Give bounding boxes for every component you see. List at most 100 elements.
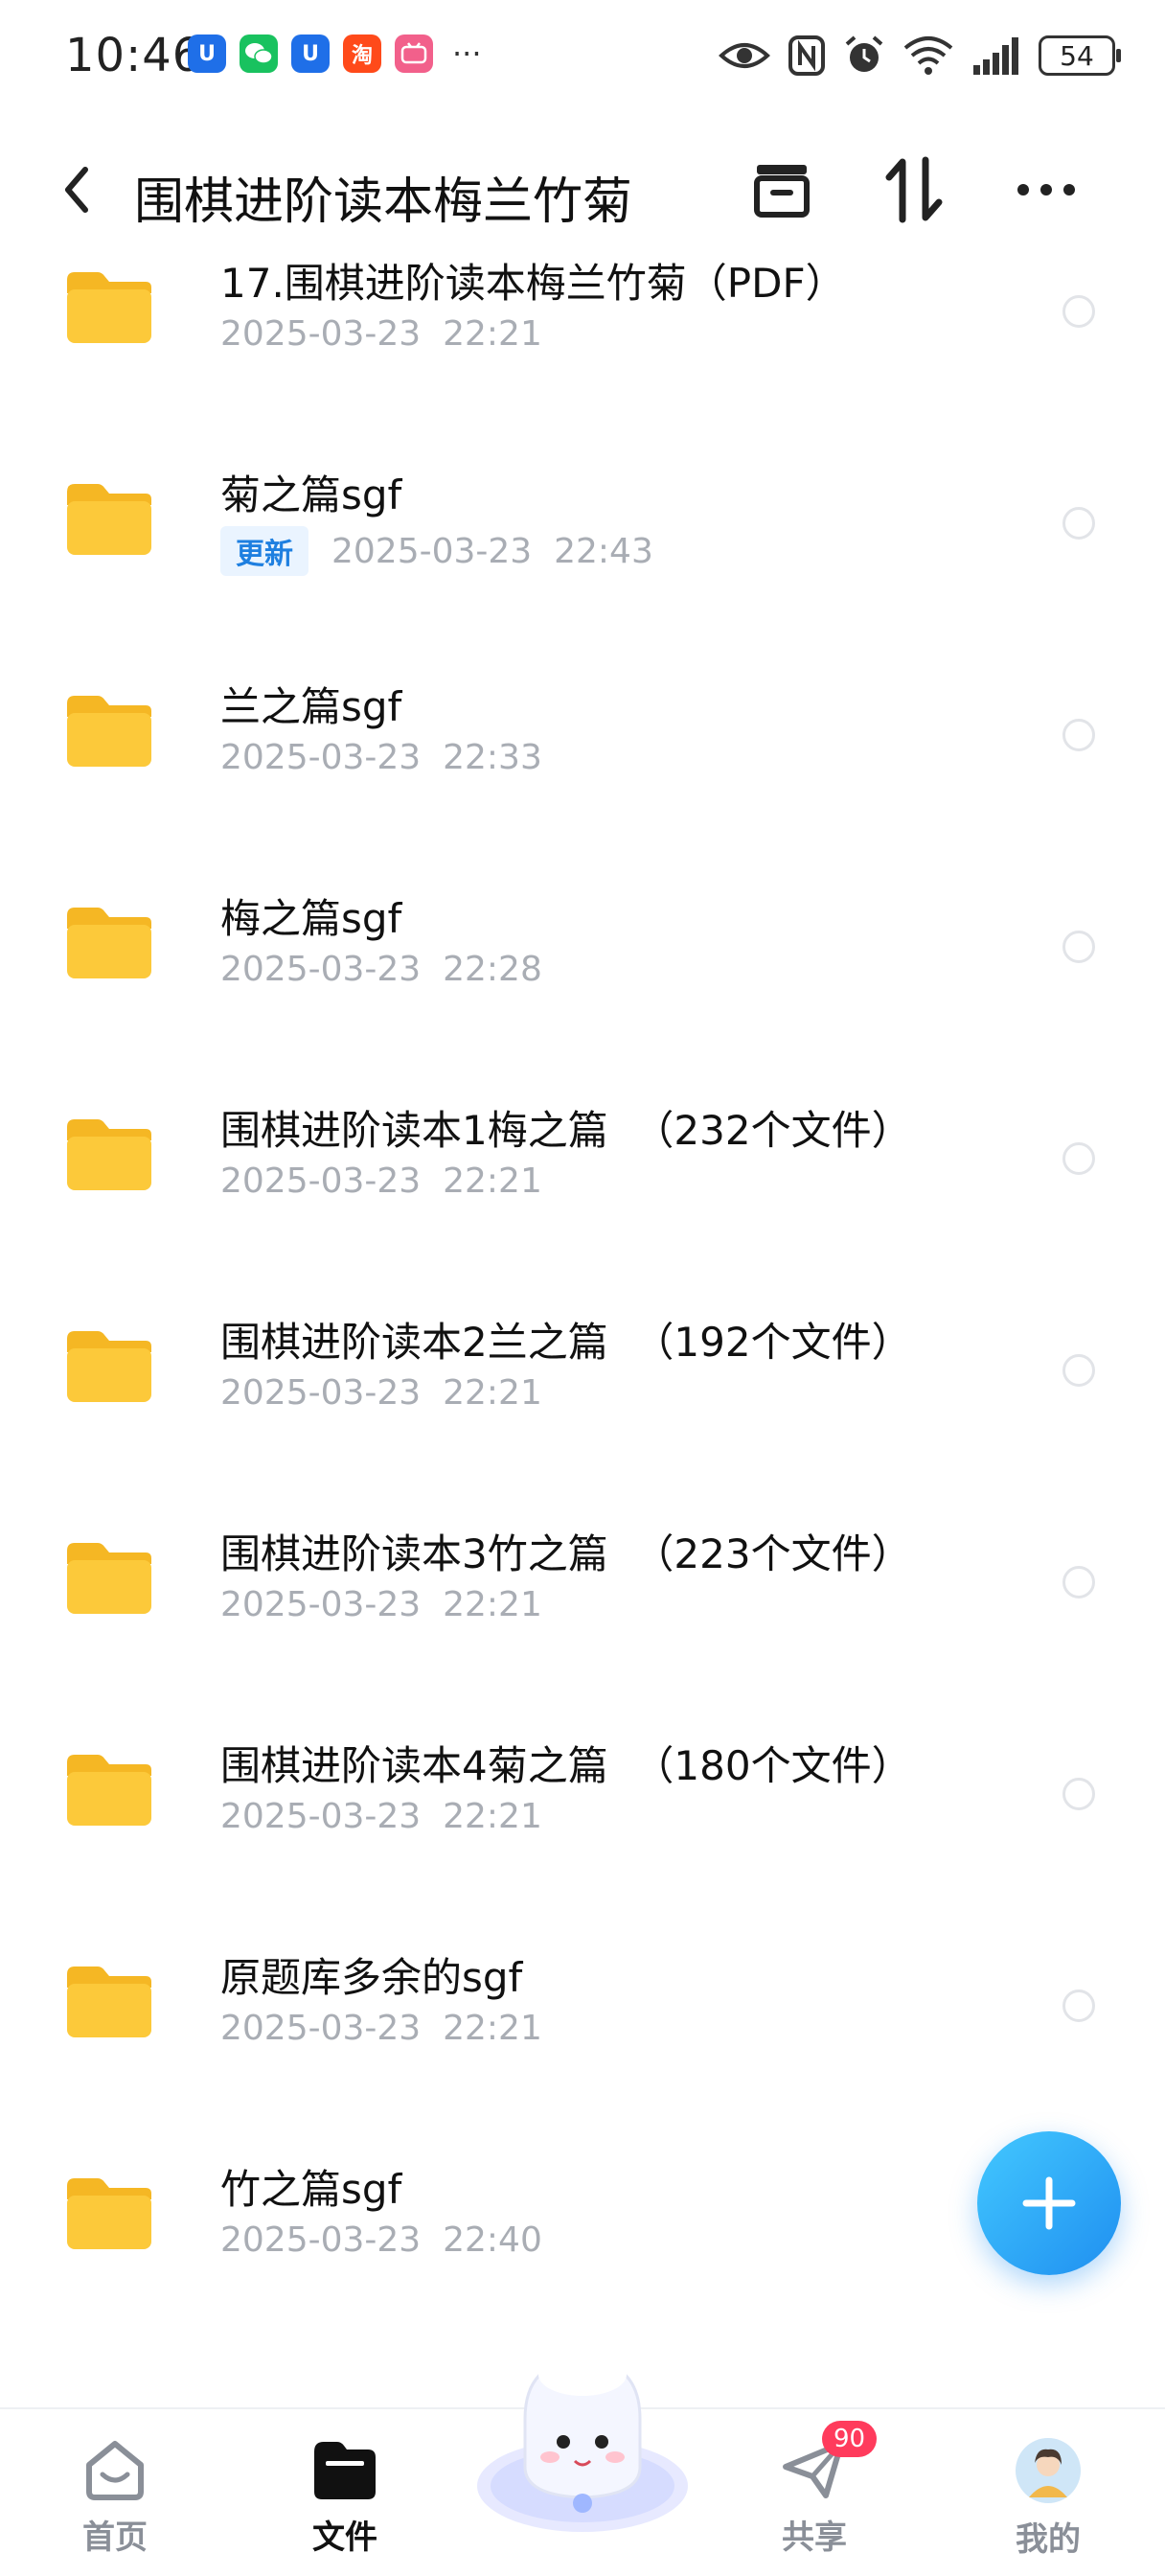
header-bar: 围棋进阶读本梅兰竹菊 xyxy=(0,134,1165,245)
file-date: 2025-03-23 22:21 xyxy=(220,1797,542,1836)
file-name: 围棋进阶读本2兰之篇 （192个文件） xyxy=(220,1319,912,1366)
file-meta: 2025-03-23 22:21 xyxy=(220,2009,542,2048)
folder-row[interactable]: 梅之篇sgf 2025-03-23 22:28 xyxy=(0,881,1165,1092)
home-icon xyxy=(86,2441,144,2500)
file-meta: 2025-03-23 22:40 xyxy=(220,2220,542,2260)
file-name: 菊之篇sgf xyxy=(220,472,402,518)
plus-icon xyxy=(1022,2176,1076,2230)
file-date: 2025-03-23 22:21 xyxy=(220,1585,542,1624)
taobao-icon: 淘 xyxy=(343,34,381,73)
folder-row[interactable]: 围棋进阶读本3竹之篇 （223个文件） 2025-03-23 22:21 xyxy=(0,1516,1165,1728)
file-name: 17.围棋进阶读本梅兰竹菊（PDF） xyxy=(220,260,846,307)
wechat-icon xyxy=(240,34,278,73)
sort-button[interactable] xyxy=(879,155,948,224)
select-radio[interactable] xyxy=(1062,507,1095,540)
nfc-icon xyxy=(788,35,825,76)
more-horizontal-icon xyxy=(1017,184,1075,196)
status-notification-icons: U U 淘 ··· xyxy=(188,34,482,73)
battery-indicator: 54 xyxy=(1039,35,1121,76)
file-name: 竹之篇sgf xyxy=(220,2166,402,2213)
select-radio[interactable] xyxy=(1062,1142,1095,1175)
update-tag: 更新 xyxy=(220,526,308,576)
folder-row[interactable]: 围棋进阶读本1梅之篇 （232个文件） 2025-03-23 22:21 xyxy=(0,1092,1165,1304)
file-name: 围棋进阶读本4菊之篇 （180个文件） xyxy=(220,1742,912,1789)
select-radio[interactable] xyxy=(1062,295,1095,328)
signal-icon xyxy=(973,37,1018,75)
file-meta: 2025-03-23 22:21 xyxy=(220,314,542,354)
back-button[interactable] xyxy=(50,163,103,217)
file-meta: 2025-03-23 22:21 xyxy=(220,1373,542,1413)
folder-icon xyxy=(67,696,151,767)
nav-home[interactable]: 首页 xyxy=(48,2436,182,2558)
file-name: 梅之篇sgf xyxy=(220,895,402,942)
folder-row[interactable]: 原题库多余的sgf 2025-03-23 22:21 xyxy=(0,1940,1165,2151)
add-button[interactable] xyxy=(977,2131,1121,2275)
folder-icon xyxy=(67,2178,151,2249)
sort-icon xyxy=(885,156,943,223)
nav-mine-label: 我的 xyxy=(1016,2520,1081,2559)
folder-row[interactable]: 菊之篇sgf 更新 2025-03-23 22:43 xyxy=(0,457,1165,669)
app-u-icon: U xyxy=(188,34,226,73)
nav-share[interactable]: 90 共享 xyxy=(747,2421,881,2558)
folder-row[interactable]: 围棋进阶读本4菊之篇 （180个文件） 2025-03-23 22:21 xyxy=(0,1728,1165,1940)
file-date: 2025-03-23 22:40 xyxy=(220,2220,542,2260)
page-title: 围棋进阶读本梅兰竹菊 xyxy=(134,173,633,231)
file-meta: 2025-03-23 22:21 xyxy=(220,1585,542,1624)
share-badge: 90 xyxy=(822,2421,878,2457)
mascot-assistant-button[interactable] xyxy=(468,2342,697,2534)
nav-mine[interactable]: 我的 xyxy=(981,2436,1115,2560)
file-date: 2025-03-23 22:21 xyxy=(220,1162,542,1201)
select-radio[interactable] xyxy=(1062,719,1095,751)
file-meta: 2025-03-23 22:28 xyxy=(220,950,542,989)
file-name: 围棋进阶读本1梅之篇 （232个文件） xyxy=(220,1107,912,1154)
wifi-icon xyxy=(903,36,953,75)
folder-icon xyxy=(67,1966,151,2037)
folder-icon xyxy=(67,272,151,343)
file-meta: 2025-03-23 22:21 xyxy=(220,1162,542,1201)
status-time: 10:46 xyxy=(65,29,203,82)
file-date: 2025-03-23 22:28 xyxy=(220,950,542,989)
file-date: 2025-03-23 22:33 xyxy=(220,738,542,777)
more-notifications-icon: ··· xyxy=(452,35,482,72)
select-radio[interactable] xyxy=(1062,1778,1095,1810)
folder-icon xyxy=(67,1755,151,1826)
alarm-icon xyxy=(845,35,883,72)
nav-home-label: 首页 xyxy=(82,2518,148,2557)
nav-files-label: 文件 xyxy=(312,2518,377,2557)
file-name: 兰之篇sgf xyxy=(220,683,402,730)
archive-button[interactable] xyxy=(747,155,816,224)
folder-row[interactable]: 17.围棋进阶读本梅兰竹菊（PDF） 2025-03-23 22:21 xyxy=(0,245,1165,457)
more-options-button[interactable] xyxy=(1012,155,1081,224)
file-date: 2025-03-23 22:21 xyxy=(220,2009,542,2048)
file-name: 围棋进阶读本3竹之篇 （223个文件） xyxy=(220,1530,912,1577)
folder-icon xyxy=(67,1543,151,1614)
app-u-icon: U xyxy=(291,34,330,73)
status-system-icons: 54 xyxy=(719,34,1121,77)
file-name: 原题库多余的sgf xyxy=(220,1954,523,2001)
bilibili-icon xyxy=(395,34,433,73)
select-radio[interactable] xyxy=(1062,1566,1095,1598)
file-date: 2025-03-23 22:21 xyxy=(220,314,542,354)
select-radio[interactable] xyxy=(1062,1354,1095,1387)
file-date: 2025-03-23 22:43 xyxy=(331,531,653,571)
file-meta: 2025-03-23 22:33 xyxy=(220,738,542,777)
folder-icon xyxy=(67,1331,151,1402)
eye-icon xyxy=(719,43,770,68)
folder-row[interactable]: 兰之篇sgf 2025-03-23 22:33 xyxy=(0,669,1165,881)
nav-share-label: 共享 xyxy=(782,2518,847,2557)
nav-files[interactable]: 文件 xyxy=(278,2436,412,2558)
file-meta: 2025-03-23 22:21 xyxy=(220,1797,542,1836)
chevron-left-icon xyxy=(65,167,88,213)
archive-icon xyxy=(754,165,810,218)
folder-icon xyxy=(67,484,151,555)
folder-filled-icon xyxy=(314,2442,376,2499)
status-bar: 10:46 U U 淘 ··· 54 xyxy=(0,0,1165,115)
file-date: 2025-03-23 22:21 xyxy=(220,1373,542,1413)
file-meta: 更新 2025-03-23 22:43 xyxy=(220,526,653,576)
avatar xyxy=(1016,2438,1081,2503)
folder-icon xyxy=(67,908,151,978)
folder-icon xyxy=(67,1119,151,1190)
select-radio[interactable] xyxy=(1062,1990,1095,2022)
folder-row[interactable]: 围棋进阶读本2兰之篇 （192个文件） 2025-03-23 22:21 xyxy=(0,1304,1165,1516)
select-radio[interactable] xyxy=(1062,931,1095,963)
